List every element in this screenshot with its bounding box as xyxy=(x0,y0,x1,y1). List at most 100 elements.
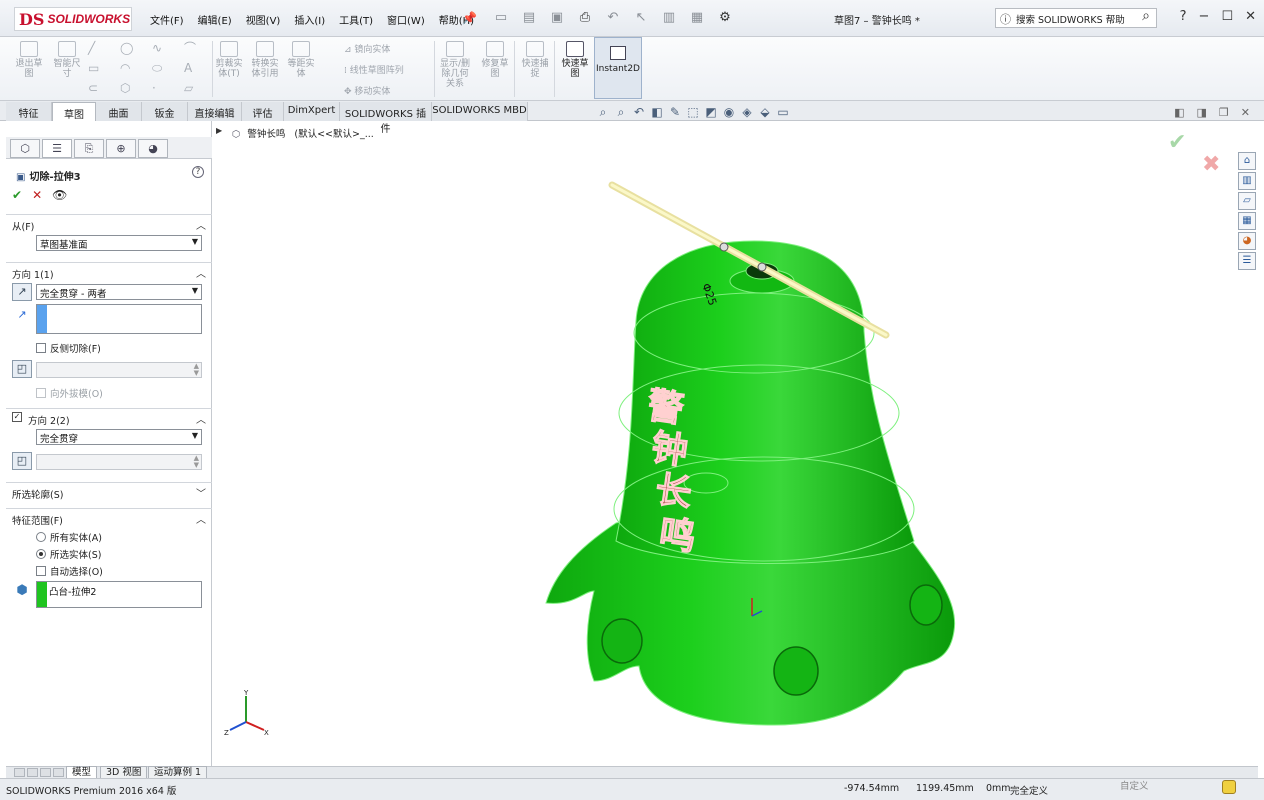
confirm-corner-ok-icon[interactable]: ✔ xyxy=(1168,130,1186,155)
body-list-item[interactable]: 凸台-拉伸2 xyxy=(49,587,96,598)
rectangle-icon[interactable]: ▭ xyxy=(88,62,104,74)
zoom-to-fit-icon[interactable]: ⌕ xyxy=(596,105,610,119)
sketch-point[interactable] xyxy=(757,262,767,272)
prev-tab-icon[interactable] xyxy=(27,768,38,777)
convert-entities-button[interactable]: 转换实体引用 xyxy=(248,41,282,79)
reverse-direction-icon[interactable]: ↗ xyxy=(12,283,32,301)
viewport-restore-icon[interactable]: ❐ xyxy=(1219,106,1229,119)
direction-selection-box[interactable] xyxy=(36,304,202,334)
arc-icon[interactable]: ◠ xyxy=(120,62,136,74)
spinner-icon[interactable]: ▲ ▼ xyxy=(194,363,199,377)
display-delete-relations-button[interactable]: 显示/删除几何关系 xyxy=(438,41,472,89)
viewport-close-icon[interactable]: ✕ xyxy=(1241,106,1250,119)
flip-side-checkbox[interactable]: 反侧切除(F) xyxy=(36,341,101,355)
trim-button[interactable]: 剪裁实体(T) xyxy=(212,41,246,79)
appearances-icon[interactable]: ◕ xyxy=(1238,232,1256,250)
collapse-chevron-icon[interactable]: ︿ xyxy=(196,217,206,232)
section-direction2[interactable]: 方向 2(2) ︿ xyxy=(6,408,212,427)
help-search-input[interactable]: ⓘ 搜索 SOLIDWORKS 帮助 ⌕ xyxy=(995,8,1157,28)
spline-icon[interactable]: ∿ xyxy=(152,42,168,54)
new-icon[interactable]: ▭ xyxy=(490,10,512,26)
exit-sketch-button[interactable]: 退出草图 xyxy=(12,41,46,79)
collapse-chevron-icon[interactable]: ︿ xyxy=(196,265,206,280)
auto-select-checkbox[interactable]: 自动选择(O) xyxy=(36,564,103,578)
tab-sheetmetal[interactable]: 钣金 xyxy=(142,102,188,121)
tab-features[interactable]: 特征 xyxy=(6,102,52,121)
section-selected-contours[interactable]: 所选轮廓(S) ﹀ xyxy=(6,482,212,501)
draft-outward-checkbox[interactable]: 向外拔模(O) xyxy=(36,386,103,400)
plane-icon[interactable]: ▱ xyxy=(184,82,200,94)
flip-side-checkbox-box[interactable] xyxy=(36,343,46,353)
circle-icon[interactable]: ◯ xyxy=(120,42,136,54)
tab-evaluate[interactable]: 评估 xyxy=(242,102,284,121)
section-direction1[interactable]: 方向 1(1) ︿ xyxy=(6,262,212,281)
linear-pattern-button[interactable]: ⁞ 线性草图阵列 xyxy=(344,63,404,76)
draft-angle-input[interactable]: ▲ ▼ xyxy=(36,362,202,378)
draft-icon[interactable]: ◰ xyxy=(12,360,32,378)
last-tab-icon[interactable] xyxy=(53,768,64,777)
tab-direct-edit[interactable]: 直接编辑 xyxy=(188,102,242,121)
expand-chevron-icon[interactable]: ﹀ xyxy=(196,485,206,500)
pin-icon[interactable]: 📌 xyxy=(462,11,477,25)
search-icon[interactable]: ⌕ xyxy=(1142,8,1150,24)
options-gear-icon[interactable]: ⚙ xyxy=(714,10,736,26)
apply-scene-icon[interactable]: ⬙ xyxy=(758,105,772,119)
rapid-sketch-button[interactable]: 快速草图 xyxy=(558,41,592,79)
all-bodies-radio-dot[interactable] xyxy=(36,532,46,542)
edit-appearance-icon[interactable]: ◈ xyxy=(740,105,754,119)
draft2-icon[interactable]: ◰ xyxy=(12,452,32,470)
solidworks-logo[interactable]: DS SOLIDWORKS xyxy=(14,7,132,31)
maximize-icon[interactable]: ☐ xyxy=(1221,9,1233,24)
quick-snaps-button[interactable]: 快速捕捉 xyxy=(518,41,552,79)
first-tab-icon[interactable] xyxy=(14,768,25,777)
menu-edit[interactable]: 编辑(E) xyxy=(198,12,232,27)
draft2-angle-input[interactable]: ▲ ▼ xyxy=(36,454,202,470)
display-manager-tab-icon[interactable]: ◕ xyxy=(138,139,168,158)
from-select[interactable]: 草图基准面 ▼ xyxy=(36,235,202,251)
property-manager-tab-icon[interactable]: ☰ xyxy=(42,139,72,158)
repair-sketch-button[interactable]: 修复草图 xyxy=(478,41,512,79)
custom-units[interactable]: 自定义 xyxy=(1120,778,1149,792)
section-view-icon[interactable]: ◧ xyxy=(650,105,664,119)
feature-help-icon[interactable]: ? xyxy=(192,166,204,178)
file-props-icon[interactable]: ▦ xyxy=(686,10,708,26)
rebuild-status-icon[interactable] xyxy=(1222,780,1236,794)
file-explorer-icon[interactable]: ▱ xyxy=(1238,192,1256,210)
fillet-icon[interactable]: ⌒ xyxy=(184,42,200,54)
select-icon[interactable]: ↖ xyxy=(630,10,652,26)
end-condition1-select[interactable]: 完全贯穿 - 两者 ▼ xyxy=(36,284,202,300)
detailed-preview-eye-icon[interactable]: 👁 xyxy=(52,188,67,202)
menu-view[interactable]: 视图(V) xyxy=(246,12,281,27)
confirm-corner-cancel-icon[interactable]: ✖ xyxy=(1202,152,1220,177)
spinner-icon[interactable]: ▲ ▼ xyxy=(194,455,199,469)
previous-view-icon[interactable]: ↶ xyxy=(632,105,646,119)
menu-tools[interactable]: 工具(T) xyxy=(339,12,373,27)
draft-outward-checkbox-box[interactable] xyxy=(36,388,46,398)
offset-entities-button[interactable]: 等距实体 xyxy=(284,41,318,79)
hide-show-icon[interactable]: ◉ xyxy=(722,105,736,119)
zoom-area-icon[interactable]: ⌕ xyxy=(614,105,628,119)
custom-properties-icon[interactable]: ☰ xyxy=(1238,252,1256,270)
minimize-icon[interactable]: − xyxy=(1199,9,1210,24)
view-settings-icon[interactable]: ▭ xyxy=(776,105,790,119)
tab-sketch[interactable]: 草图 xyxy=(52,102,96,121)
view-palette-icon[interactable]: ▦ xyxy=(1238,212,1256,230)
display-style-icon[interactable]: ◩ xyxy=(704,105,718,119)
ok-check-icon[interactable]: ✔ xyxy=(12,188,22,202)
menu-window[interactable]: 窗口(W) xyxy=(387,12,425,27)
cancel-x-icon[interactable]: ✕ xyxy=(32,188,42,202)
configuration-manager-tab-icon[interactable]: ⎘ xyxy=(74,139,104,158)
selected-bodies-radio-dot[interactable] xyxy=(36,549,46,559)
rebuild-icon[interactable]: ▥ xyxy=(658,10,680,26)
slot-icon[interactable]: ⊂ xyxy=(88,82,104,94)
tab-mbd[interactable]: SOLIDWORKS MBD xyxy=(432,102,528,121)
smart-dimension-button[interactable]: 智能尺寸 xyxy=(50,41,84,79)
resources-home-icon[interactable]: ⌂ xyxy=(1238,152,1256,170)
line-icon[interactable]: ╱ xyxy=(88,42,104,54)
point-icon[interactable]: · xyxy=(152,82,168,94)
instant2d-button[interactable]: Instant2D xyxy=(594,37,642,99)
design-library-icon[interactable]: ▥ xyxy=(1238,172,1256,190)
section-from[interactable]: 从(F) ︿ xyxy=(6,214,212,233)
end-condition2-select[interactable]: 完全贯穿 ▼ xyxy=(36,429,202,445)
viewport-next-icon[interactable]: ◨ xyxy=(1197,106,1207,119)
